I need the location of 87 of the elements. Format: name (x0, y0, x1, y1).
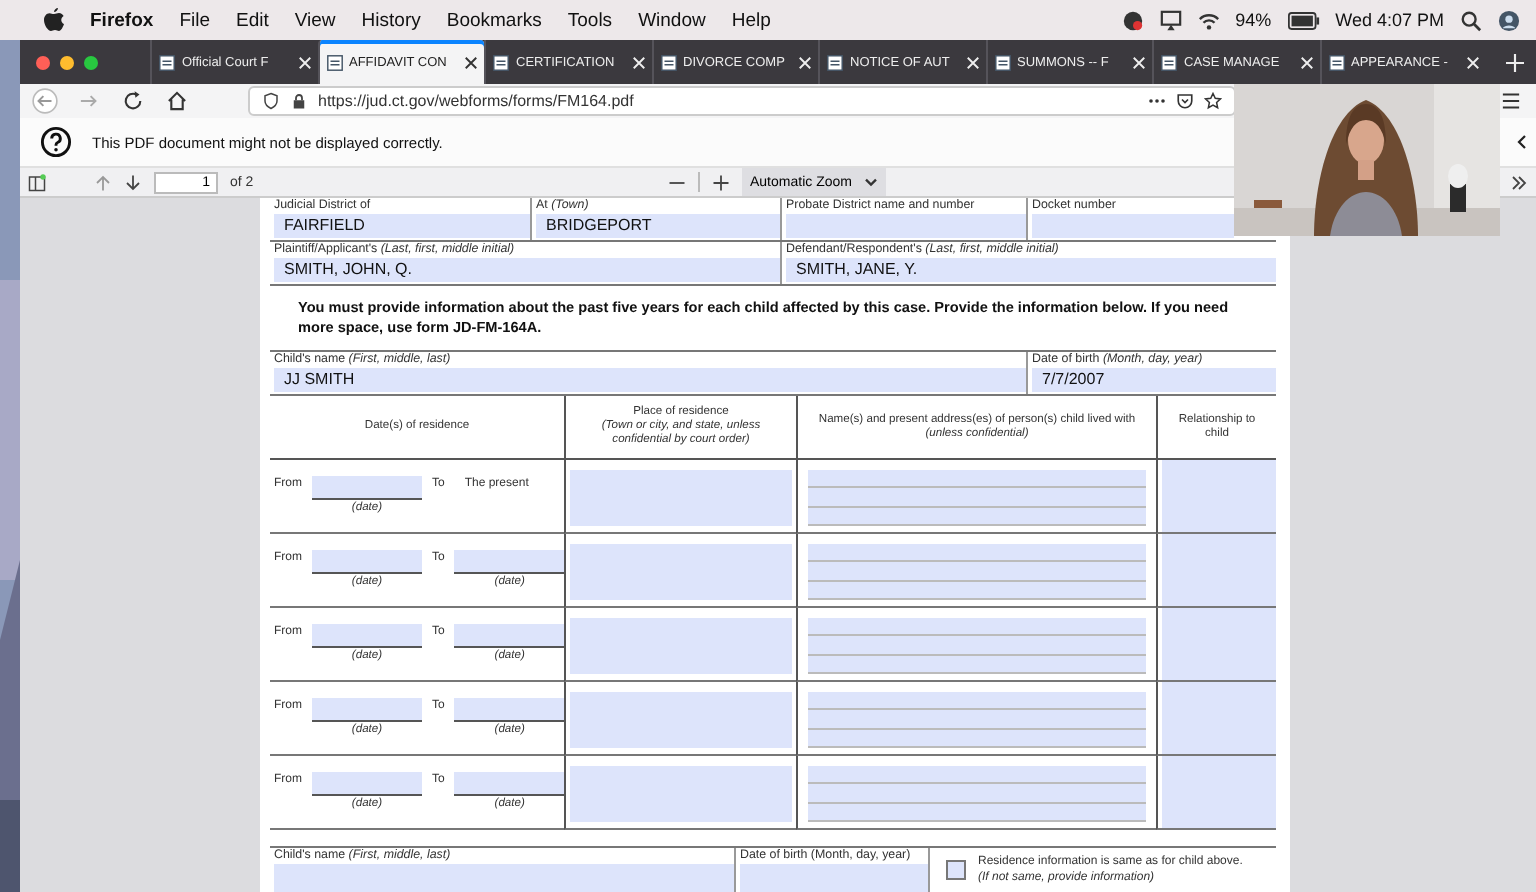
menu-item[interactable]: View (294, 9, 336, 31)
form-field[interactable]: BRIDGEPORT (536, 214, 780, 238)
relationship-field[interactable] (1162, 534, 1276, 606)
address-field[interactable] (808, 784, 1146, 804)
document-icon (993, 53, 1011, 71)
form-field[interactable] (1032, 214, 1234, 238)
place-field[interactable] (570, 470, 792, 526)
document-icon (325, 53, 343, 71)
caret-icon (864, 177, 878, 187)
date-field[interactable] (454, 624, 565, 648)
display-icon[interactable] (1159, 9, 1182, 31)
address-field[interactable] (808, 710, 1146, 730)
pocket-icon[interactable] (1176, 92, 1194, 110)
place-field[interactable] (570, 544, 792, 600)
form-field[interactable]: JJ SMITH (274, 368, 1026, 392)
form-field[interactable] (740, 864, 928, 892)
menu-item[interactable]: Help (731, 9, 771, 31)
chevron-left-icon[interactable] (1516, 134, 1528, 150)
double-chevron-icon[interactable] (1510, 173, 1528, 191)
date-field[interactable] (454, 772, 565, 796)
apple-icon[interactable] (44, 8, 64, 32)
document-icon (158, 53, 176, 71)
help-icon (40, 126, 72, 158)
address-field[interactable] (808, 636, 1146, 656)
document-icon (1160, 53, 1178, 71)
address-field[interactable] (808, 488, 1146, 508)
new-tab-icon[interactable] (1506, 53, 1524, 71)
minimize-button[interactable] (60, 55, 74, 69)
address-field[interactable] (808, 470, 1146, 489)
battery-icon[interactable] (1287, 11, 1320, 29)
sidebar-toggle-icon[interactable] (28, 173, 46, 191)
document-icon (1327, 53, 1345, 71)
zoom-window-button[interactable] (84, 55, 98, 69)
next-page-icon[interactable] (124, 173, 142, 191)
wifi-icon[interactable] (1197, 9, 1220, 31)
back-icon[interactable] (32, 88, 58, 114)
form-field[interactable]: SMITH, JOHN, Q. (274, 258, 780, 282)
menu-item[interactable]: Tools (567, 9, 613, 31)
relationship-field[interactable] (1162, 682, 1276, 754)
close-icon[interactable] (464, 55, 478, 69)
app-menu[interactable]: Firefox (90, 9, 154, 31)
close-window-button[interactable] (36, 55, 50, 69)
reload-icon[interactable] (120, 88, 146, 114)
place-field[interactable] (570, 692, 792, 748)
date-field[interactable] (454, 698, 565, 722)
address-field[interactable] (808, 544, 1146, 563)
form-field[interactable]: 7/7/2007 (1032, 368, 1276, 392)
address-field[interactable] (808, 766, 1146, 785)
checkbox[interactable] (946, 860, 966, 880)
date-field[interactable] (312, 772, 422, 796)
document-icon (659, 53, 677, 71)
battery-percent: 94% (1235, 10, 1272, 30)
form-field[interactable]: SMITH, JANE, Y. (786, 258, 1276, 282)
address-field[interactable] (808, 692, 1146, 711)
user-icon[interactable] (1498, 9, 1520, 31)
place-field[interactable] (570, 766, 792, 822)
date-field[interactable] (312, 550, 422, 574)
home-icon[interactable] (164, 88, 190, 114)
form-field[interactable]: FAIRFIELD (274, 214, 530, 238)
menu-item[interactable]: History (361, 9, 421, 31)
search-icon[interactable] (1460, 9, 1482, 31)
menu-item[interactable]: Bookmarks (446, 9, 542, 31)
lock-icon[interactable] (290, 92, 308, 110)
clock[interactable]: Wed 4:07 PM (1335, 10, 1444, 30)
menu-item[interactable]: Window (638, 9, 706, 31)
address-bar[interactable]: https://jud.ct.gov/webforms/forms/FM164.pdf (248, 86, 1236, 116)
place-field[interactable] (570, 618, 792, 674)
shield-icon[interactable] (262, 92, 280, 110)
relationship-field[interactable] (1162, 608, 1276, 680)
zoom-in-icon[interactable] (712, 173, 730, 191)
form-field[interactable] (786, 214, 1026, 238)
form-field[interactable] (274, 864, 734, 892)
date-field[interactable] (312, 698, 422, 722)
record-icon[interactable] (1121, 9, 1144, 31)
address-field[interactable] (808, 562, 1146, 582)
menu-item[interactable]: File (179, 9, 210, 31)
date-field[interactable] (454, 550, 565, 574)
address-field[interactable] (808, 618, 1146, 637)
document-icon (826, 53, 844, 71)
relationship-field[interactable] (1162, 756, 1276, 828)
menu-icon[interactable] (1498, 88, 1524, 114)
date-field[interactable] (312, 624, 422, 648)
star-icon[interactable] (1204, 92, 1222, 110)
menu-item[interactable]: Edit (236, 9, 269, 31)
date-field[interactable] (312, 476, 422, 500)
document-icon (492, 53, 510, 71)
relationship-field[interactable] (1162, 460, 1276, 532)
